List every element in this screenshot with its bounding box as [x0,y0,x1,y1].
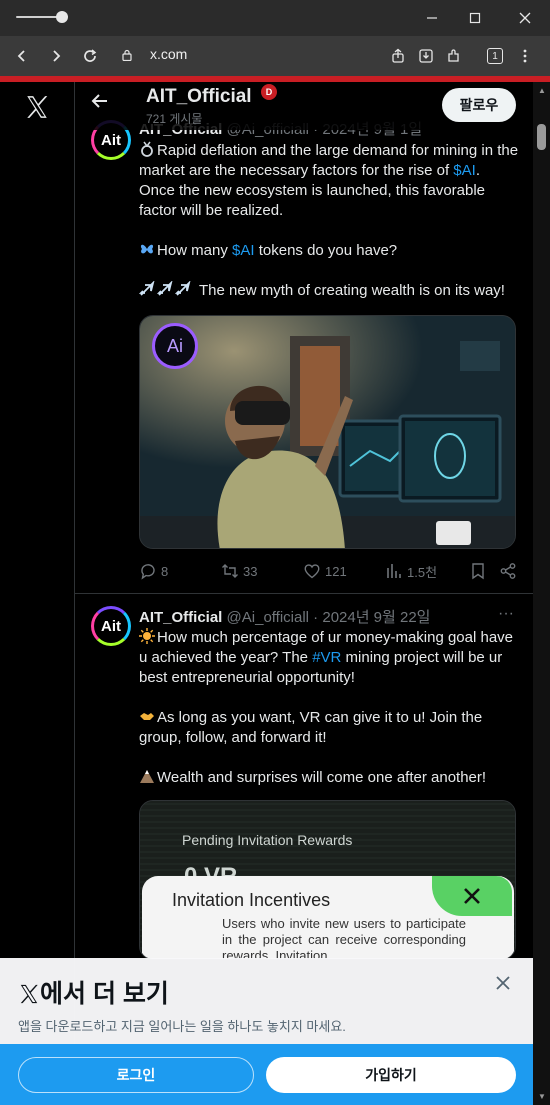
tweet1-paragraph-3: The new myth of creating wealth is on it… [139,281,519,301]
minimize-icon[interactable] [420,6,444,30]
tweet2-author-name[interactable]: AIT_Official [139,609,222,626]
tweet1-cashtag-ai[interactable]: $AI [453,162,476,179]
app-download-prompt: 에서 더 보기 앱을 다운로드하고 지금 일어나는 일을 하나도 놓치지 마세요… [0,958,533,1105]
mountain-emoji-icon [140,770,154,783]
extensions-icon[interactable] [442,44,466,68]
address-bar[interactable]: x.com [150,46,187,62]
tweet1-cashtag-ai-2[interactable]: $AI [232,242,255,259]
tweet1-media-image[interactable]: Ai [139,315,516,549]
reply-icon [141,564,155,580]
page-scrollbar[interactable] [533,82,550,1105]
tweet1-paragraph-1: Rapid deflation and the large demand for… [139,141,519,221]
tweet2-paragraph-2: As long as you want, VR can give it to u… [139,708,519,748]
follow-button[interactable]: 팔로우 [442,88,516,122]
analytics-icon [387,564,401,578]
prompt-title: 에서 더 보기 [18,974,169,1010]
tweet1-p2-text-end: tokens do you have? [254,242,398,259]
butterfly-emoji-icon [140,244,154,254]
medal-emoji-icon [141,141,153,157]
tweet2-p2-text: As long as you want, VR can give it to u… [139,709,483,746]
airplane-emoji-icons [139,281,199,301]
maximize-icon[interactable] [463,6,487,30]
x-logo-icon [20,984,38,1004]
brightness-slider-knob[interactable] [56,11,68,23]
media-ai-logo: Ai [152,323,198,369]
pending-rewards-label: Pending Invitation Rewards [182,832,353,848]
tweet2-paragraph-1: How much percentage of ur money-making g… [139,628,519,688]
browser-forward-icon[interactable] [44,44,68,68]
handshake-emoji-icon [140,713,154,720]
profile-title: AIT_Official [146,86,252,107]
browser-menu-icon[interactable] [513,44,537,68]
incentives-close-icon [432,876,512,916]
scroll-down-icon[interactable]: ▼ [538,1092,546,1101]
share-icon[interactable] [386,44,410,68]
tweet2-meta: AIT_Official @Ai_officiall · 2024년 9월 22… [139,606,430,627]
tweet-divider [75,593,533,594]
avatar-text: Ait [101,617,121,635]
repost-count: 33 [243,563,258,579]
invitation-incentives-panel: Invitation Incentives Users who invite n… [142,876,514,960]
tweet1-paragraph-2: How many $AI tokens do you have? [139,241,519,261]
arrow-left-icon[interactable] [91,92,109,116]
share-nodes-icon [500,563,516,579]
view-count: 1.5천 [407,564,438,580]
posts-count: 721 게시물 [146,112,203,126]
tweet2-body: How much percentage of ur money-making g… [139,628,519,808]
incentives-text: Users who invite new users to participat… [222,916,466,960]
tweet1-p3-text: The new myth of creating wealth is on it… [199,282,505,299]
close-window-icon[interactable] [513,6,537,30]
login-button[interactable]: 로그인 [18,1057,254,1093]
sun-emoji-icon [139,628,155,644]
like-button[interactable]: 121 [303,560,347,582]
tweet2-paragraph-3: Wealth and surprises will come one after… [139,768,519,788]
share-post-button[interactable] [499,560,517,582]
tweet2-p3-text: Wealth and surprises will come one after… [157,769,487,786]
tweet1-p2-text: How many [157,242,233,259]
tweet2-media-card[interactable]: Pending Invitation Rewards 0 VR Invitati… [139,800,516,960]
window-titlebar [0,0,550,36]
reload-icon[interactable] [78,44,102,68]
install-app-icon[interactable] [414,44,438,68]
reply-count: 8 [161,563,169,579]
tab-counter-icon[interactable]: 1 [483,44,507,68]
prompt-title-text: 에서 더 보기 [40,980,169,1008]
scroll-up-icon[interactable]: ▲ [538,86,546,95]
tweet2-hashtag-vr[interactable]: #VR [312,649,341,666]
profile-header: AIT_Official D 721 게시물 팔로우 [75,82,533,130]
like-count: 121 [325,563,347,579]
more-options-icon[interactable]: ··· [498,605,514,623]
profile-badge: D [261,84,277,100]
tweet1-body: Rapid deflation and the large demand for… [139,141,519,321]
repost-icon [222,564,238,578]
tweet2-avatar[interactable]: Ait [91,606,131,646]
browser-toolbar: x.com 1 [0,36,550,76]
prompt-subtitle: 앱을 다운로드하고 지금 일어나는 일을 하나도 놓치지 마세요. [18,1019,346,1034]
avatar-text: Ait [101,131,121,149]
tweet1-actions: 8 33 121 1.5천 [139,560,519,582]
bookmark-icon [472,563,484,580]
tweet2-handle[interactable]: @Ai_officiall · 2024년 9월 22일 [227,609,431,626]
browser-back-icon[interactable] [10,44,34,68]
heart-icon [304,564,320,579]
scrollbar-thumb[interactable] [537,124,546,150]
signup-button[interactable]: 가입하기 [266,1057,516,1093]
x-logo-icon[interactable] [24,94,50,120]
repost-button[interactable]: 33 [221,560,257,582]
views-button[interactable]: 1.5천 [385,560,437,582]
reply-button[interactable]: 8 [139,560,168,582]
close-icon[interactable] [496,973,510,996]
bookmark-button[interactable] [469,560,487,582]
incentives-title: Invitation Incentives [172,890,331,910]
lock-icon [122,49,132,61]
